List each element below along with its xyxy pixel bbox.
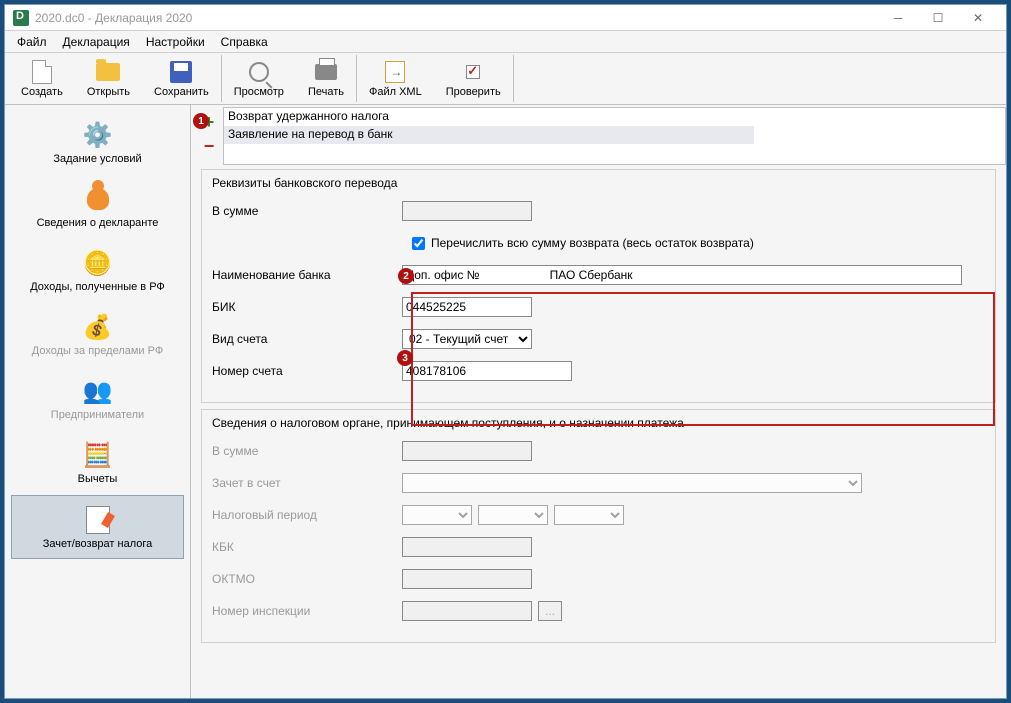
- zoom-icon: [247, 60, 271, 84]
- transfer-all-checkbox[interactable]: [412, 237, 425, 250]
- account-type-label: Вид счета: [212, 332, 402, 346]
- save-button[interactable]: Сохранить: [142, 55, 221, 102]
- credit-select: [402, 473, 862, 493]
- minimize-button[interactable]: ─: [878, 6, 918, 30]
- main-panel: Возврат удержанного налога Заявление на …: [191, 105, 1006, 698]
- xml-button[interactable]: Файл XML: [357, 55, 434, 102]
- folder-icon: [96, 60, 120, 84]
- bank-fieldset: Реквизиты банковского перевода В сумме П…: [201, 169, 996, 403]
- oktmo-label: ОКТМО: [212, 572, 402, 586]
- bank-name-label: Наименование банка: [212, 268, 402, 282]
- maximize-button[interactable]: ☐: [918, 6, 958, 30]
- sum-label: В сумме: [212, 204, 402, 218]
- preview-button[interactable]: Просмотр: [222, 55, 296, 102]
- check-icon: [461, 60, 485, 84]
- sum2-label: В сумме: [212, 444, 402, 458]
- tax-org-title: Сведения о налоговом органе, принимающем…: [212, 416, 985, 430]
- inspection-input: [402, 601, 532, 621]
- menu-declaration[interactable]: Декларация: [55, 33, 138, 51]
- inspection-browse-button: ...: [538, 601, 562, 621]
- titlebar: 2020.dc0 - Декларация 2020 ─ ☐ ✕: [5, 5, 1006, 31]
- account-type-select[interactable]: 02 - Текущий счет: [402, 329, 532, 349]
- deduct-icon: 🧮: [82, 439, 114, 471]
- kbk-input: [402, 537, 532, 557]
- tree-icon: ⚙️: [82, 119, 114, 151]
- nav-conditions[interactable]: ⚙️ Задание условий: [11, 111, 184, 173]
- coins-icon: 🪙: [82, 247, 114, 279]
- toolbar: Создать Открыть Сохранить Просмотр Печат…: [5, 53, 1006, 105]
- sum2-input: [402, 441, 532, 461]
- nav-declarant[interactable]: Сведения о декларанте: [11, 175, 184, 237]
- page-icon: [30, 60, 54, 84]
- transfer-all-label: Перечислить всю сумму возврата (весь ост…: [431, 236, 754, 250]
- nav-tax-return[interactable]: Зачет/возврат налога: [11, 495, 184, 559]
- nav-income-abroad[interactable]: 💰 Доходы за пределами РФ: [11, 303, 184, 365]
- kbk-label: КБК: [212, 540, 402, 554]
- period-sel-2: [478, 505, 548, 525]
- create-button[interactable]: Создать: [9, 55, 75, 102]
- bag-icon: 💰: [82, 311, 114, 343]
- remove-row-button[interactable]: −: [199, 136, 219, 156]
- print-button[interactable]: Печать: [296, 55, 356, 102]
- app-icon: [13, 10, 29, 26]
- credit-label: Зачет в счет: [212, 476, 402, 490]
- menubar: Файл Декларация Настройки Справка: [5, 31, 1006, 53]
- inspection-label: Номер инспекции: [212, 604, 402, 618]
- callout-badge-1: 1: [193, 113, 209, 129]
- list-row-transfer[interactable]: Заявление на перевод в банк: [224, 126, 754, 144]
- open-button[interactable]: Открыть: [75, 55, 142, 102]
- bank-name-input[interactable]: [402, 265, 962, 285]
- menu-settings[interactable]: Настройки: [138, 33, 213, 51]
- period-label: Налоговый период: [212, 508, 402, 522]
- biz-icon: 👥: [82, 375, 114, 407]
- oktmo-input: [402, 569, 532, 589]
- nav-income-rf[interactable]: 🪙 Доходы, полученные в РФ: [11, 239, 184, 301]
- person-icon: [82, 183, 114, 215]
- callout-badge-2: 2: [398, 268, 414, 284]
- nav-deductions[interactable]: 🧮 Вычеты: [11, 431, 184, 493]
- period-sel-1: [402, 505, 472, 525]
- nav-entrepreneurs[interactable]: 👥 Предприниматели: [11, 367, 184, 429]
- print-icon: [314, 60, 338, 84]
- bik-label: БИК: [212, 300, 402, 314]
- callout-badge-3: 3: [397, 350, 413, 366]
- tax-org-fieldset: Сведения о налоговом органе, принимающем…: [201, 409, 996, 643]
- content: ⚙️ Задание условий Сведения о декларанте…: [5, 105, 1006, 698]
- bik-input[interactable]: [402, 297, 532, 317]
- sum-input: [402, 201, 532, 221]
- list-row-return[interactable]: Возврат удержанного налога: [224, 108, 1005, 126]
- doc-icon: [82, 504, 114, 536]
- sidebar: ⚙️ Задание условий Сведения о декларанте…: [5, 105, 191, 698]
- bank-fieldset-title: Реквизиты банковского перевода: [212, 176, 985, 190]
- disk-icon: [169, 60, 193, 84]
- menu-file[interactable]: Файл: [9, 33, 55, 51]
- account-num-label: Номер счета: [212, 364, 402, 378]
- window-title: 2020.dc0 - Декларация 2020: [35, 11, 878, 25]
- check-button[interactable]: Проверить: [434, 55, 513, 102]
- period-sel-3: [554, 505, 624, 525]
- list-area: Возврат удержанного налога Заявление на …: [223, 107, 1006, 165]
- xml-icon: [383, 60, 407, 84]
- window-controls: ─ ☐ ✕: [878, 6, 998, 30]
- close-button[interactable]: ✕: [958, 6, 998, 30]
- account-num-input[interactable]: [402, 361, 572, 381]
- app-window: 2020.dc0 - Декларация 2020 ─ ☐ ✕ Файл Де…: [4, 4, 1007, 699]
- menu-help[interactable]: Справка: [213, 33, 276, 51]
